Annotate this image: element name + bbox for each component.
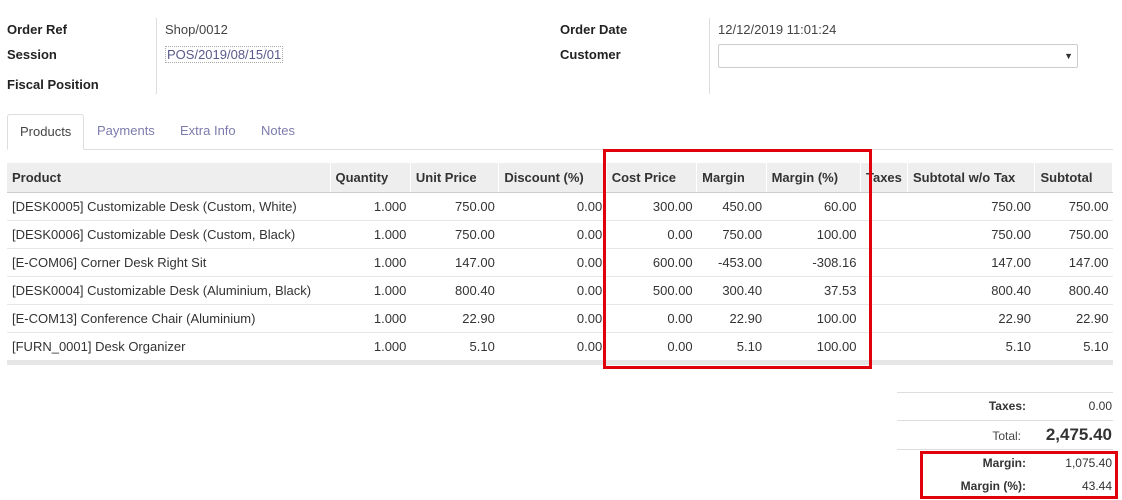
customer-select[interactable]: ▼ [718, 44, 1078, 68]
cell-product: [E-COM13] Conference Chair (Aluminium) [7, 304, 330, 333]
total-label: Total: [992, 429, 1021, 443]
totals-bottom-divider [897, 449, 1113, 450]
taxes-value: 0.00 [1088, 399, 1112, 413]
cell-subtotal: 800.40 [1034, 276, 1113, 305]
tab-notes[interactable]: Notes [249, 114, 307, 148]
cell-subtotal: 22.90 [1034, 304, 1113, 333]
margin-label: Margin: [982, 456, 1026, 470]
order-ref-label: Order Ref [7, 22, 67, 37]
table-footer-bar [7, 360, 1113, 365]
margin-value: 1,075.40 [1065, 456, 1112, 470]
session-label: Session [7, 47, 57, 62]
cell-quantity: 1.000 [330, 332, 411, 361]
margin-pct-label: Margin (%): [960, 479, 1026, 493]
cell-subtotal: 147.00 [1034, 248, 1113, 277]
notebook-tabs: Products Payments Extra Info Notes [7, 114, 1113, 150]
cell-subtotal: 750.00 [1034, 192, 1113, 221]
col-subtotal[interactable]: Subtotal [1034, 163, 1113, 193]
cell-discount: 0.00 [498, 276, 607, 305]
cell-subtotal-wo-tax: 22.90 [907, 304, 1035, 333]
cell-subtotal-wo-tax: 750.00 [907, 220, 1035, 249]
tab-products[interactable]: Products [7, 114, 85, 150]
cell-unit-price: 147.00 [410, 248, 499, 277]
totals-top-divider [897, 392, 1113, 393]
margin-pct-value: 43.44 [1081, 479, 1112, 493]
tab-extra-info[interactable]: Extra Info [168, 114, 248, 148]
col-unit-price[interactable]: Unit Price [410, 163, 500, 193]
cell-product: [DESK0004] Customizable Desk (Aluminium,… [7, 276, 330, 305]
cell-product: [DESK0005] Customizable Desk (Custom, Wh… [7, 192, 330, 221]
cell-discount: 0.00 [498, 248, 607, 277]
tab-payments[interactable]: Payments [85, 114, 167, 148]
totals-mid-divider [897, 420, 1113, 421]
cell-quantity: 1.000 [330, 220, 411, 249]
cell-quantity: 1.000 [330, 276, 411, 305]
cell-quantity: 1.000 [330, 304, 411, 333]
cell-product: [E-COM06] Corner Desk Right Sit [7, 248, 330, 277]
fiscal-position-label: Fiscal Position [7, 77, 99, 92]
table-row[interactable]: [E-COM06] Corner Desk Right Sit 1.000 147.… [7, 248, 1113, 277]
cell-product: [FURN_0001] Desk Organizer [7, 332, 330, 361]
col-product[interactable]: Product [7, 163, 331, 193]
cell-discount: 0.00 [498, 332, 607, 361]
cell-discount: 0.00 [498, 304, 607, 333]
cell-subtotal-wo-tax: 750.00 [907, 192, 1035, 221]
cost-margin-highlight-box [603, 149, 872, 369]
header-divider-right [709, 18, 710, 94]
col-quantity[interactable]: Quantity [330, 163, 411, 193]
cell-unit-price: 22.90 [410, 304, 499, 333]
cell-product: [DESK0006] Customizable Desk (Custom, Bl… [7, 220, 330, 249]
table-row[interactable]: [FURN_0001] Desk Organizer 1.000 5.10 0.00 0… [7, 332, 1113, 361]
table-header-row: Product Quantity Unit Price Discount (%)… [7, 163, 1113, 193]
customer-label: Customer [560, 47, 621, 62]
cell-subtotal-wo-tax: 147.00 [907, 248, 1035, 277]
cell-unit-price: 750.00 [410, 220, 499, 249]
taxes-label: Taxes: [988, 399, 1026, 413]
table-footer-cell [7, 360, 1113, 365]
total-value: 2,475.40 [1045, 425, 1112, 444]
cell-discount: 0.00 [498, 192, 607, 221]
header-divider-left [156, 18, 157, 94]
table-row[interactable]: [DESK0005] Customizable Desk (Custom, Wh… [7, 192, 1113, 221]
cell-discount: 0.00 [498, 220, 607, 249]
caret-down-icon: ▼ [1064, 51, 1073, 61]
table-row[interactable]: [DESK0006] Customizable Desk (Custom, Bl… [7, 220, 1113, 249]
order-date-value: 12/12/2019 11:01:24 [718, 22, 837, 37]
cell-subtotal-wo-tax: 5.10 [907, 332, 1035, 361]
cell-subtotal: 5.10 [1034, 332, 1113, 361]
cell-unit-price: 800.40 [410, 276, 499, 305]
table-row[interactable]: [DESK0004] Customizable Desk (Aluminium,… [7, 276, 1113, 305]
table-row[interactable]: [E-COM13] Conference Chair (Aluminium) 1.… [7, 304, 1113, 333]
order-ref-value: Shop/0012 [165, 22, 228, 37]
col-discount[interactable]: Discount (%) [498, 163, 607, 193]
cell-subtotal-wo-tax: 800.40 [907, 276, 1035, 305]
col-subtotal-wo-tax[interactable]: Subtotal w/o Tax [907, 163, 1036, 193]
cell-quantity: 1.000 [330, 192, 411, 221]
cell-unit-price: 750.00 [410, 192, 499, 221]
order-lines-table: Product Quantity Unit Price Discount (%)… [7, 163, 1113, 365]
cell-unit-price: 5.10 [410, 332, 499, 361]
cell-subtotal: 750.00 [1034, 220, 1113, 249]
order-date-label: Order Date [560, 22, 628, 37]
cell-quantity: 1.000 [330, 248, 411, 277]
session-link[interactable]: POS/2019/08/15/01 [165, 46, 284, 63]
